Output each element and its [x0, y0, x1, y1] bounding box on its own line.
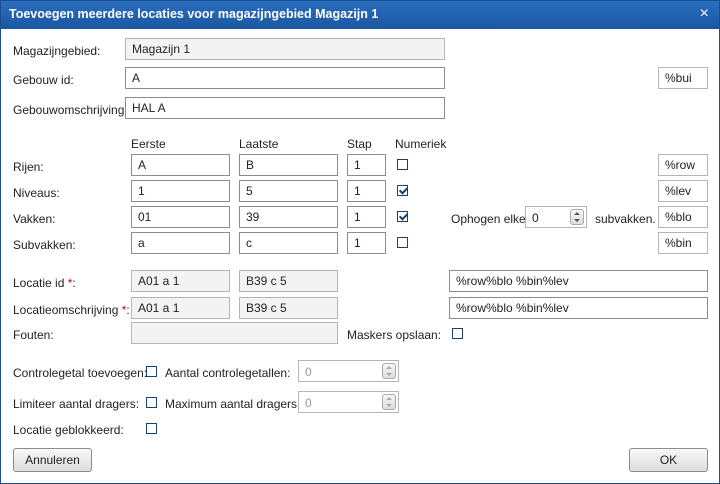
- subvakken-label: Subvakken:: [13, 238, 76, 252]
- header-eerste: Eerste: [131, 137, 166, 151]
- dialog-window: Toevoegen meerdere locaties voor magazij…: [0, 0, 720, 484]
- locatieomschrijving-eerste-field: A01 a 1: [131, 297, 230, 319]
- maximum-dragers-spin-buttons[interactable]: [382, 394, 396, 410]
- vakken-label: Vakken:: [13, 212, 56, 226]
- header-stap: Stap: [347, 137, 372, 151]
- locatieomschrijving-mask-input[interactable]: %row%blo %bin%lev: [449, 297, 708, 319]
- controlegetal-checkbox[interactable]: [146, 366, 157, 377]
- gebouw-mask-field[interactable]: %bui: [658, 67, 708, 89]
- niveaus-eerste-input[interactable]: 1: [131, 180, 230, 202]
- niveaus-laatste-input[interactable]: 5: [239, 180, 338, 202]
- colon: :: [126, 303, 130, 317]
- locatieomschrijving-label-text: Locatieomschrijving: [13, 303, 119, 317]
- fouten-label: Fouten:: [13, 328, 54, 342]
- gebouw-id-label: Gebouw id:: [13, 73, 74, 87]
- ophogen-spin-buttons[interactable]: [570, 209, 584, 225]
- vakken-laatste-input[interactable]: 39: [239, 206, 338, 228]
- magazijngebied-label: Magazijngebied:: [13, 44, 101, 58]
- subvakken-laatste-input[interactable]: c: [239, 232, 338, 254]
- dialog-title: Toevoegen meerdere locaties voor magazij…: [9, 7, 379, 21]
- vakken-mask-field[interactable]: %blo: [658, 206, 708, 228]
- subvakken-mask-field[interactable]: %bin: [658, 232, 708, 254]
- locatie-id-label-text: Locatie id: [13, 276, 65, 290]
- locatieomschrijving-label: Locatieomschrijving *:: [13, 303, 130, 317]
- header-laatste: Laatste: [239, 137, 279, 151]
- locatie-geblokkeerd-label: Locatie geblokkeerd:: [13, 423, 124, 437]
- close-icon[interactable]: ×: [700, 5, 709, 23]
- colon: :: [72, 276, 76, 290]
- gebouwomschrijving-label: Gebouwomschrijving:: [13, 103, 128, 117]
- spin-down-icon[interactable]: [386, 373, 392, 376]
- maskers-opslaan-checkbox[interactable]: [452, 328, 463, 339]
- ophogen-label: Ophogen elke: [451, 212, 526, 226]
- subvakken-suffix-label: subvakken.: [595, 212, 656, 226]
- subvakken-numeriek-checkbox[interactable]: [397, 237, 408, 248]
- locatie-id-laatste-field: B39 c 5: [239, 270, 338, 292]
- aantal-controlegetallen-spinner[interactable]: 0: [298, 360, 399, 382]
- maximum-dragers-label: Maximum aantal dragers:: [165, 397, 301, 411]
- vakken-stap-input[interactable]: 1: [347, 206, 386, 228]
- controlegetal-label: Controlegetal toevoegen:: [13, 366, 148, 380]
- rijen-stap-input[interactable]: 1: [347, 154, 386, 176]
- rijen-mask-field[interactable]: %row: [658, 154, 708, 176]
- spin-down-icon[interactable]: [386, 404, 392, 407]
- niveaus-stap-input[interactable]: 1: [347, 180, 386, 202]
- cancel-button[interactable]: Annuleren: [13, 448, 92, 472]
- spin-down-icon[interactable]: [574, 219, 580, 222]
- niveaus-mask-field[interactable]: %lev: [658, 180, 708, 202]
- locatie-id-label: Locatie id *:: [13, 276, 76, 290]
- subvakken-stap-input[interactable]: 1: [347, 232, 386, 254]
- niveaus-label: Niveaus:: [13, 186, 60, 200]
- subvakken-eerste-input[interactable]: a: [131, 232, 230, 254]
- locatie-id-eerste-field: A01 a 1: [131, 270, 230, 292]
- maximum-dragers-value: 0: [305, 396, 312, 410]
- limiteer-dragers-label: Limiteer aantal dragers:: [13, 397, 140, 411]
- locatie-id-mask-input[interactable]: %row%blo %bin%lev: [449, 270, 708, 292]
- vakken-eerste-input[interactable]: 01: [131, 206, 230, 228]
- magazijngebied-field: Magazijn 1: [125, 38, 445, 60]
- header-numeriek: Numeriek: [395, 137, 447, 151]
- aantal-controlegetallen-value: 0: [305, 365, 312, 379]
- spin-up-icon[interactable]: [574, 212, 580, 215]
- rijen-laatste-input[interactable]: B: [239, 154, 338, 176]
- aantal-controlegetallen-label: Aantal controlegetallen:: [165, 366, 291, 380]
- limiteer-dragers-checkbox[interactable]: [146, 397, 157, 408]
- rijen-label: Rijen:: [13, 160, 44, 174]
- title-bar: Toevoegen meerdere locaties voor magazij…: [1, 1, 719, 29]
- gebouw-id-input[interactable]: A: [125, 67, 445, 89]
- aantal-controlegetallen-spin-buttons[interactable]: [382, 363, 396, 379]
- fouten-field: [131, 322, 338, 344]
- rijen-eerste-input[interactable]: A: [131, 154, 230, 176]
- locatieomschrijving-laatste-field: B39 c 5: [239, 297, 338, 319]
- ok-button[interactable]: OK: [629, 448, 708, 472]
- ophogen-spinner[interactable]: 0: [525, 206, 587, 228]
- gebouwomschrijving-input[interactable]: HAL A: [125, 97, 445, 119]
- maskers-opslaan-label: Maskers opslaan:: [347, 328, 442, 342]
- spin-up-icon[interactable]: [386, 366, 392, 369]
- locatie-geblokkeerd-checkbox[interactable]: [146, 423, 157, 434]
- maximum-dragers-spinner[interactable]: 0: [298, 391, 399, 413]
- ophogen-value: 0: [532, 211, 539, 225]
- niveaus-numeriek-checkbox[interactable]: [397, 185, 408, 196]
- spin-up-icon[interactable]: [386, 397, 392, 400]
- rijen-numeriek-checkbox[interactable]: [397, 159, 408, 170]
- vakken-numeriek-checkbox[interactable]: [397, 211, 408, 222]
